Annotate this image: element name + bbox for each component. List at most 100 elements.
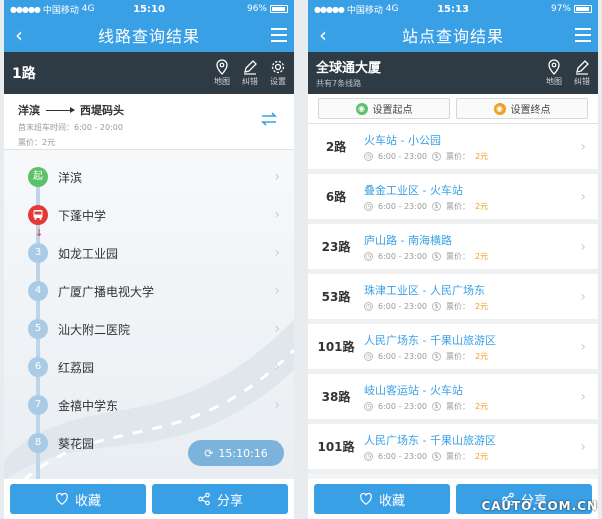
- station-item[interactable]: 7 金禧中学东 ›: [4, 386, 294, 424]
- line-item[interactable]: 23路 庐山路 - 南海横路 ◷ 6:00 - 23:00 $ 票价： 2元 ›: [308, 224, 598, 274]
- chevron-right-icon: ›: [274, 397, 280, 413]
- chevron-right-icon: ›: [274, 245, 280, 261]
- fare-label: 票价：: [446, 251, 470, 261]
- chevron-right-icon: ›: [274, 283, 280, 299]
- favorite-button[interactable]: 收藏: [10, 484, 146, 514]
- station-name: 汕大附二医院: [58, 322, 131, 337]
- station-item[interactable]: 3 如龙工业园 ›: [4, 234, 294, 272]
- line-item[interactable]: 53路 珠津工业区 - 人民广场东 ◷ 6:00 - 23:00 $ 票价： 2元 ›: [308, 274, 598, 324]
- favorite-label: 收藏: [74, 493, 101, 509]
- gear-icon: [271, 60, 285, 74]
- chevron-right-icon: ›: [580, 188, 586, 205]
- station-item[interactable]: 下蓬中学 ›: [4, 196, 294, 234]
- fare-label: 票价：: [446, 201, 470, 211]
- station-name: 如龙工业园: [58, 246, 119, 261]
- line-item[interactable]: 101路 人民广场东 - 千果山旅游区 ◷ 6:00 - 23:00 $ 票价： 2元 ›: [308, 324, 598, 374]
- station-item[interactable]: 4 广厦广播电视大学 ›: [4, 272, 294, 310]
- arrow-down-icon: ↓: [35, 228, 44, 239]
- line-item[interactable]: 38路 岐山客运站 - 火车站 ◷ 6:00 - 23:00 $ 票价： 2元 ›: [308, 374, 598, 424]
- settings-button[interactable]: 设置: [270, 59, 286, 87]
- station-name: 下蓬中学: [58, 208, 107, 223]
- line-item[interactable]: 101路 人民广场东 - 千果山旅游区 ◷ 6:00 - 23:00 $ 票价： 2元 ›: [308, 424, 598, 474]
- station-item[interactable]: 5 汕大附二医院 ›: [4, 310, 294, 348]
- line-number: 38路: [321, 390, 351, 404]
- clock: 15:10: [133, 3, 165, 15]
- station-name: 金禧中学东: [58, 398, 119, 413]
- back-icon[interactable]: ‹: [4, 18, 34, 52]
- chevron-right-icon: ›: [580, 138, 586, 155]
- station-item[interactable]: 起洋滨 ›: [4, 158, 294, 196]
- fare-value: 2元: [475, 201, 489, 211]
- refresh-time: 15:10:16: [218, 446, 268, 460]
- route-direction-card: 洋滨 西堤码头 首末班车时间：6:00 - 20:00 票价：2元: [4, 94, 294, 150]
- menu-icon[interactable]: [568, 28, 598, 42]
- fare-label: 票价：: [446, 451, 470, 461]
- line-item[interactable]: 6路 叠金工业区 - 火车站 ◷ 6:00 - 23:00 $ 票价： 2元 ›: [308, 174, 598, 224]
- heart-icon: [360, 492, 372, 505]
- line-list: 2路 火车站 - 小公园 ◷ 6:00 - 23:00 $ 票价： 2元 › 6路 叠金工业区 -…: [308, 124, 598, 479]
- fare-value: 2元: [475, 451, 489, 461]
- favorite-label: 收藏: [378, 493, 405, 509]
- bottom-actions: 收藏 分享: [4, 479, 294, 519]
- station-number-badge: 4: [28, 281, 48, 301]
- swap-direction-icon[interactable]: [260, 110, 278, 128]
- station-info-bar: 全球通大厦 共有7条线路 地图 纠错: [308, 52, 598, 94]
- bus-icon: [33, 210, 43, 220]
- watermark: CAUTO.COM.CN: [481, 499, 598, 513]
- route-result-screen: ●●●●● 中国移动 4G 15:10 96% ‹ 线路查询结果 1路 地图 纠…: [4, 0, 294, 519]
- station-number-badge: 3: [28, 243, 48, 263]
- fare-value: 2元: [475, 301, 489, 311]
- line-number: 101路: [317, 340, 355, 354]
- menu-icon[interactable]: [264, 28, 294, 42]
- line-hours: 6:00 - 23:00: [378, 201, 427, 211]
- error-label: 纠错: [242, 77, 258, 86]
- station-name: 全球通大厦: [316, 61, 382, 76]
- report-error-button[interactable]: 纠错: [574, 59, 590, 87]
- clock-icon: ◷: [364, 201, 373, 211]
- fare-label: 票价：: [446, 151, 470, 161]
- line-number: 6路: [325, 190, 347, 204]
- station-number-badge: 起: [28, 167, 48, 187]
- share-button[interactable]: 分享: [152, 484, 288, 514]
- clock-icon: ◷: [364, 151, 373, 161]
- nav-bar: ‹ 站点查询结果: [308, 18, 598, 52]
- clock-icon: ◷: [364, 251, 373, 261]
- line-route: 人民广场东 - 千果山旅游区: [364, 333, 496, 347]
- map-button[interactable]: 地图: [546, 59, 562, 87]
- fare-value: 2元: [475, 351, 489, 361]
- line-route: 火车站 - 小公园: [364, 133, 441, 147]
- line-item[interactable]: 2路 火车站 - 小公园 ◷ 6:00 - 23:00 $ 票价： 2元 ›: [308, 124, 598, 174]
- refresh-button[interactable]: ⟳ 15:10:16: [188, 440, 284, 466]
- report-error-button[interactable]: 纠错: [242, 59, 258, 87]
- settings-label: 设置: [270, 77, 286, 86]
- chevron-right-icon: ›: [580, 338, 586, 355]
- line-number: 2路: [325, 140, 347, 154]
- station-name: 葵花园: [58, 436, 95, 451]
- line-number: 101路: [317, 440, 355, 454]
- favorite-button[interactable]: 收藏: [314, 484, 450, 514]
- line-hours: 6:00 - 23:00: [378, 451, 427, 461]
- coin-icon: $: [432, 301, 441, 311]
- chevron-right-icon: ›: [274, 321, 280, 337]
- station-number-badge: 8: [28, 433, 48, 453]
- station-name: 红荔园: [58, 360, 95, 375]
- set-start-button[interactable]: ◉ 设置起点: [318, 98, 450, 119]
- set-endpoints-row: ◉ 设置起点 ◉ 设置终点: [308, 94, 598, 124]
- chevron-right-icon: ›: [274, 169, 280, 185]
- map-label: 地图: [214, 77, 230, 86]
- page-title: 线路查询结果: [97, 27, 200, 46]
- chevron-right-icon: ›: [580, 438, 586, 455]
- heart-icon: [56, 492, 68, 505]
- map-button[interactable]: 地图: [214, 59, 230, 87]
- back-icon[interactable]: ‹: [308, 18, 338, 52]
- station-number-badge: 5: [28, 319, 48, 339]
- station-item[interactable]: 6 红荔园 ›: [4, 348, 294, 386]
- fare-label: 票价：: [446, 351, 470, 361]
- chevron-right-icon: ›: [274, 359, 280, 375]
- line-hours: 6:00 - 23:00: [378, 401, 427, 411]
- line-hours: 6:00 - 23:00: [378, 351, 427, 361]
- station-number-badge: 7: [28, 395, 48, 415]
- set-end-button[interactable]: ◉ 设置终点: [456, 98, 588, 119]
- chevron-right-icon: ›: [580, 288, 586, 305]
- map-pin-icon: [548, 59, 560, 75]
